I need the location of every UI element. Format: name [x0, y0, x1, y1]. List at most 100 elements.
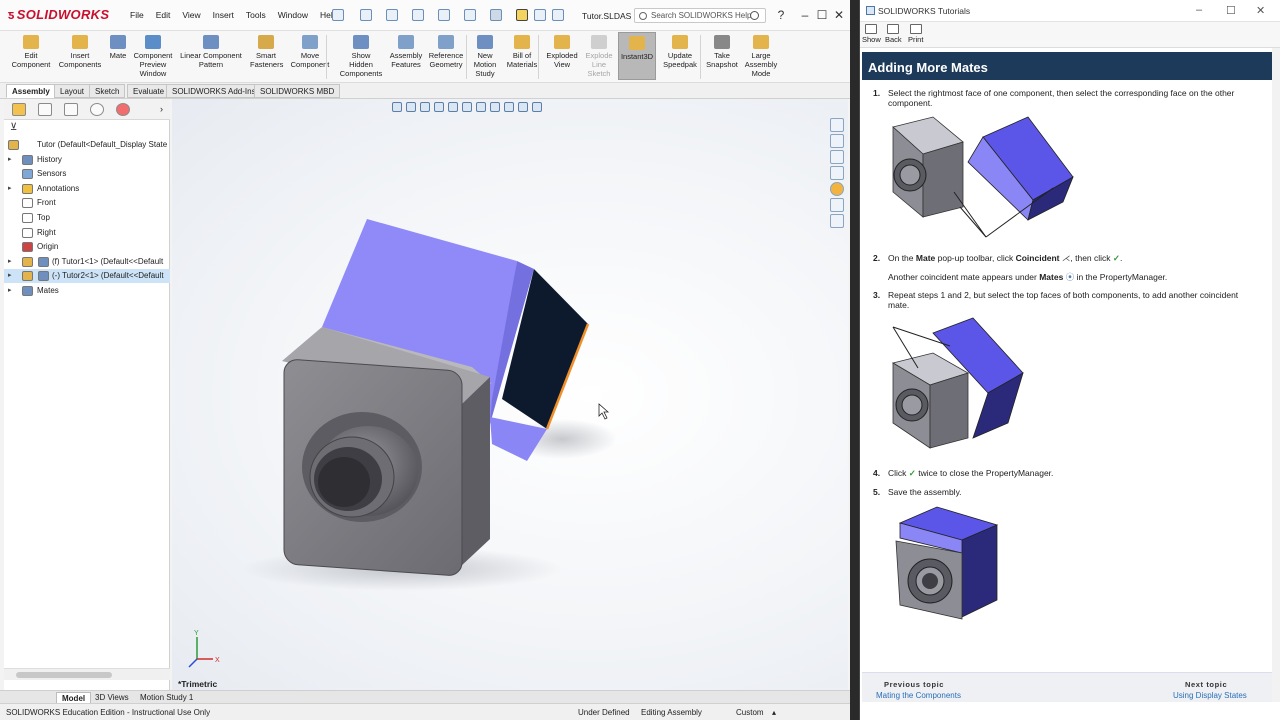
- units-selector[interactable]: Custom: [736, 708, 764, 717]
- insert-components-button[interactable]: Insert Components: [58, 35, 102, 69]
- tree-item[interactable]: Tutor (Default<Default_Display State: [4, 138, 170, 152]
- update-speedpak-button[interactable]: Update Speedpak: [662, 35, 698, 69]
- close-button[interactable]: ✕: [1256, 4, 1265, 17]
- help-search-input[interactable]: Search SOLIDWORKS Help: [634, 8, 766, 23]
- expand-arrow-icon[interactable]: ▸: [8, 153, 12, 167]
- tree-item[interactable]: ▸ Annotations: [4, 182, 170, 196]
- menu-insert[interactable]: Insert: [207, 10, 240, 20]
- show-hidden-components-button[interactable]: Show Hidden Components: [338, 35, 384, 78]
- tree-item[interactable]: Right: [4, 226, 170, 240]
- chevron-up-icon[interactable]: ▴: [772, 708, 776, 717]
- configuration-manager-icon[interactable]: [64, 103, 78, 116]
- linear-component-pattern-button[interactable]: Linear Component Pattern: [178, 35, 244, 69]
- smart-fasteners-button[interactable]: Smart Fasteners: [250, 35, 283, 69]
- gray-part-right-face[interactable]: [460, 377, 490, 567]
- feature-tree-scrollbar[interactable]: [4, 668, 170, 680]
- expand-arrow-icon[interactable]: ▸: [8, 284, 12, 298]
- tutorial-scrollbar[interactable]: [1272, 48, 1280, 702]
- new-motion-study-button[interactable]: New Motion Study: [472, 35, 498, 78]
- file-properties-icon[interactable]: [534, 9, 546, 21]
- open-icon[interactable]: [386, 9, 398, 21]
- instant3d-button[interactable]: Instant3D: [618, 32, 656, 80]
- next-topic-link[interactable]: Using Display States: [1173, 691, 1247, 700]
- print-icon[interactable]: [438, 9, 450, 21]
- tab-evaluate[interactable]: Evaluate: [127, 84, 171, 98]
- feature-tree-icon[interactable]: [12, 103, 26, 116]
- expand-arrow-icon[interactable]: ▸: [8, 269, 12, 283]
- menu-file[interactable]: File: [124, 10, 150, 20]
- print-button[interactable]: Print: [908, 24, 923, 44]
- help-icon[interactable]: ?: [774, 8, 788, 22]
- component-preview-window-button[interactable]: Component Preview Window: [132, 35, 174, 78]
- graphics-area[interactable]: Y X *Trimetric: [172, 99, 848, 690]
- forum-icon[interactable]: [830, 214, 844, 228]
- move-component-button[interactable]: Move Component: [290, 35, 330, 69]
- options-gear-icon[interactable]: [552, 9, 564, 21]
- step-1: 1. Select the rightmost face of one comp…: [873, 88, 1235, 108]
- component-preview-window-icon: [145, 35, 161, 49]
- back-button[interactable]: Back: [885, 24, 902, 44]
- tree-item[interactable]: ▸ History: [4, 153, 170, 167]
- sw-logo[interactable]: ƽ SOLIDWORKS: [8, 7, 109, 22]
- tab-3d-views[interactable]: 3D Views: [90, 692, 134, 703]
- large-assembly-mode-button[interactable]: Large Assembly Mode: [744, 35, 778, 78]
- magnifier-icon[interactable]: [750, 11, 759, 20]
- tutorial-titlebar: SOLIDWORKS Tutorials – ☐ ✕: [860, 0, 1280, 22]
- tree-item[interactable]: ▸ (-) Tutor2<1> (Default<<Default: [4, 269, 170, 284]
- chevron-right-icon[interactable]: ›: [160, 104, 163, 114]
- tab-solidworks-add-ins[interactable]: SOLIDWORKS Add-Ins: [166, 84, 262, 98]
- dimxpert-icon[interactable]: [90, 103, 104, 116]
- menu-tools[interactable]: Tools: [240, 10, 272, 20]
- exploded-view-button[interactable]: Exploded View: [544, 35, 580, 69]
- mate-button[interactable]: Mate: [108, 35, 128, 60]
- save-icon[interactable]: [412, 9, 424, 21]
- file-explorer-icon[interactable]: [830, 150, 844, 164]
- bill-of-materials-button[interactable]: Bill of Materials: [506, 35, 538, 69]
- design-library-icon[interactable]: [830, 134, 844, 148]
- new-document-icon[interactable]: [360, 9, 372, 21]
- appearances-icon[interactable]: [830, 182, 844, 196]
- minimize-button[interactable]: –: [1196, 4, 1202, 16]
- maximize-button[interactable]: ☐: [1226, 4, 1236, 17]
- tab-motion-study[interactable]: Motion Study 1: [135, 692, 198, 703]
- previous-topic-link[interactable]: Mating the Components: [876, 691, 961, 700]
- minimize-button[interactable]: –: [798, 8, 812, 22]
- tab-sketch[interactable]: Sketch: [89, 84, 126, 98]
- tree-item[interactable]: Top: [4, 211, 170, 225]
- view-palette-icon[interactable]: [830, 166, 844, 180]
- select-icon[interactable]: [490, 9, 502, 21]
- display-manager-icon[interactable]: [116, 103, 130, 116]
- tree-item[interactable]: ▸ Mates: [4, 284, 170, 298]
- tab-solidworks-mbd[interactable]: SOLIDWORKS MBD: [254, 84, 341, 98]
- menu-view[interactable]: View: [176, 10, 206, 20]
- toolbar-separator: [466, 35, 467, 79]
- command-manager: Edit Component Insert Components Mate Compone…: [0, 31, 850, 83]
- assembly-features-button[interactable]: Assembly Features: [388, 35, 424, 69]
- custom-properties-icon[interactable]: [830, 198, 844, 212]
- show-button[interactable]: Show: [862, 24, 881, 44]
- property-manager-icon[interactable]: [38, 103, 52, 116]
- reference-geometry-button[interactable]: Reference Geometry: [428, 35, 464, 69]
- tab-assembly[interactable]: Assembly: [6, 84, 56, 98]
- rebuild-icon[interactable]: [516, 9, 528, 21]
- tree-item[interactable]: Front: [4, 196, 170, 210]
- filter-icon[interactable]: ⊻: [10, 122, 17, 133]
- edit-component-button[interactable]: Edit Component: [10, 35, 52, 69]
- expand-arrow-icon[interactable]: ▸: [8, 255, 12, 269]
- take-snapshot-button[interactable]: Take Snapshot: [704, 35, 740, 69]
- undo-icon[interactable]: [464, 9, 476, 21]
- maximize-button[interactable]: ☐: [815, 8, 829, 22]
- expand-arrow-icon[interactable]: ▸: [8, 182, 12, 196]
- tree-item[interactable]: Origin: [4, 240, 170, 254]
- tree-item[interactable]: Sensors: [4, 167, 170, 181]
- solidworks-resources-icon[interactable]: [830, 118, 844, 132]
- tab-layout[interactable]: Layout: [54, 84, 91, 98]
- tree-item[interactable]: ▸ (f) Tutor1<1> (Default<<Default: [4, 255, 170, 269]
- scrollbar-thumb[interactable]: [16, 672, 112, 678]
- pin-icon[interactable]: [332, 9, 344, 21]
- tree-item-label: Mates: [37, 286, 59, 295]
- assembly-model[interactable]: Y X: [172, 99, 848, 690]
- menu-edit[interactable]: Edit: [150, 10, 177, 20]
- menu-window[interactable]: Window: [272, 10, 314, 20]
- close-button[interactable]: ✕: [832, 8, 846, 22]
